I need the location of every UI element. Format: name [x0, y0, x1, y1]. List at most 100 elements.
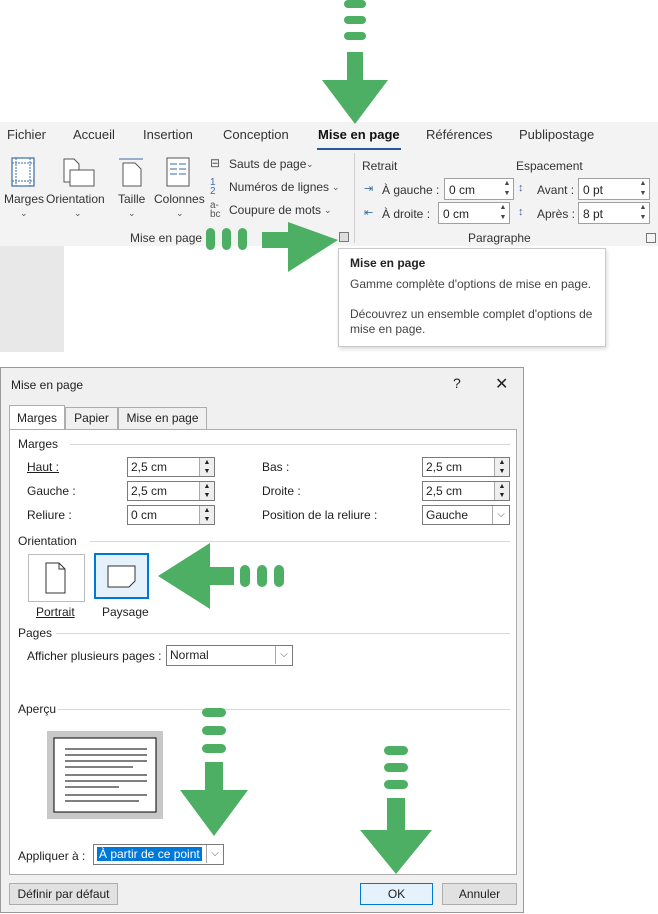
indent-left-input[interactable]: 0 cm ▲ ▼ — [444, 178, 514, 200]
tooltip-text: mise en page. — [350, 322, 426, 336]
bottom-margin-value: 2,5 cm — [426, 460, 463, 474]
spinner-icon[interactable]: ▲ ▼ — [199, 506, 214, 524]
ribbon-divider — [354, 153, 355, 243]
orientation-label: Orientation — [46, 192, 105, 206]
page-setup-dialog: Mise en page ? ✕ Marges Papier Mise en p… — [0, 367, 524, 913]
landscape-option[interactable] — [94, 553, 149, 599]
spinner-icon[interactable]: ▲ ▼ — [637, 179, 649, 199]
size-button[interactable]: Taille ⌄ — [115, 156, 149, 222]
left-margin-value: 2,5 cm — [131, 484, 168, 498]
indent-title: Retrait — [362, 159, 398, 173]
hyphenation-button[interactable]: a-bc Coupure de mots ⌄ — [210, 201, 340, 220]
set-default-button[interactable]: Définir par défaut — [9, 883, 118, 905]
down-arrow-icon — [360, 746, 432, 874]
columns-icon — [166, 157, 190, 187]
spinner-icon[interactable]: ▲ ▼ — [199, 482, 214, 500]
section-pages: Pages — [18, 626, 53, 640]
help-button[interactable]: ? — [453, 375, 461, 391]
spinner-icon[interactable]: ▲ ▼ — [494, 458, 509, 476]
columns-button[interactable]: Colonnes ⌄ — [153, 156, 207, 222]
spinner-icon[interactable]: ▲ ▼ — [494, 482, 509, 500]
gutter-input[interactable]: 0 cm ▲ ▼ — [127, 505, 215, 525]
spacing-after-label: Après : — [537, 207, 576, 221]
down-arrow-icon — [322, 0, 388, 124]
line-numbers-icon: 12 — [210, 177, 216, 197]
apply-to-select[interactable]: À partir de ce point ⌵ — [93, 844, 224, 865]
section-apercu: Aperçu — [18, 702, 57, 716]
spinner-icon[interactable]: ▲ ▼ — [199, 458, 214, 476]
indent-right-value: 0 cm — [443, 207, 470, 221]
page-break-icon: ⊟ — [210, 156, 221, 170]
right-margin-value: 2,5 cm — [426, 484, 463, 498]
indent-right-icon: ⇤ — [364, 207, 374, 219]
top-margin-value: 2,5 cm — [131, 460, 168, 474]
left-margin-input[interactable]: 2,5 cm ▲ ▼ — [127, 481, 215, 501]
chevron-down-icon[interactable]: ⌵ — [206, 845, 223, 863]
chevron-down-icon: ⌄ — [128, 208, 136, 218]
tab-accueil[interactable]: Accueil — [73, 127, 115, 142]
cancel-button[interactable]: Annuler — [442, 883, 517, 905]
spinner-icon[interactable]: ▲ ▼ — [637, 203, 649, 223]
orientation-button[interactable]: Orientation ⌄ — [46, 156, 110, 222]
divider — [90, 541, 510, 542]
multiple-pages-value: Normal — [170, 648, 209, 662]
gutter-position-label: Position de la reliure : — [262, 508, 378, 522]
chevron-down-icon: ⌄ — [20, 208, 28, 218]
spacing-title: Espacement — [516, 159, 583, 173]
group-label-paragraph: Paragraphe — [468, 231, 531, 245]
multiple-pages-label: Afficher plusieurs pages : — [27, 649, 162, 663]
right-arrow-icon — [206, 222, 338, 272]
tab-conception[interactable]: Conception — [223, 127, 289, 142]
bottom-margin-label: Bas : — [262, 460, 290, 474]
dialog-launcher-icon[interactable] — [339, 232, 349, 242]
portrait-option[interactable] — [28, 554, 85, 602]
chevron-down-icon: ⌄ — [74, 208, 82, 218]
gutter-position-select[interactable]: Gauche ⌵ — [422, 505, 510, 525]
tab-publipostage[interactable]: Publipostage — [519, 127, 594, 142]
indent-left-value: 0 cm — [449, 183, 476, 197]
right-margin-input[interactable]: 2,5 cm ▲ ▼ — [422, 481, 510, 501]
tab-references[interactable]: Références — [426, 127, 492, 142]
chevron-down-icon: ⌄ — [306, 159, 314, 169]
top-margin-input[interactable]: 2,5 cm ▲ ▼ — [127, 457, 215, 477]
group-label-page-setup: Mise en page — [130, 231, 203, 245]
apply-to-label: Appliquer à : — [18, 849, 86, 863]
chevron-down-icon[interactable]: ⌵ — [275, 646, 292, 664]
spacing-after-input[interactable]: 8 pt ▲ ▼ — [578, 202, 650, 224]
tab-mise-en-page[interactable]: Mise en page — [318, 127, 400, 142]
chevron-down-icon: ⌄ — [332, 182, 340, 192]
close-button[interactable]: ✕ — [495, 374, 508, 394]
margins-button[interactable]: Marges ⌄ — [4, 156, 45, 222]
spinner-icon[interactable]: ▲ ▼ — [501, 179, 513, 199]
tab-marges[interactable]: Marges — [9, 405, 65, 429]
breaks-button[interactable]: ⊟ Sauts de page ⌄ — [210, 156, 330, 174]
portrait-label: Portrait — [36, 605, 75, 619]
orientation-icon — [63, 158, 95, 187]
section-orientation: Orientation — [18, 534, 77, 548]
chevron-down-icon: ⌄ — [324, 205, 332, 215]
indent-right-input[interactable]: 0 cm ▲ ▼ — [438, 202, 510, 224]
ok-button[interactable]: OK — [360, 883, 433, 905]
multiple-pages-select[interactable]: Normal ⌵ — [166, 645, 293, 666]
line-numbers-button[interactable]: 12 Numéros de lignes ⌄ — [210, 177, 345, 197]
preview-frame — [47, 731, 163, 819]
tab-mise-en-page[interactable]: Mise en page — [118, 407, 207, 429]
dialog-launcher-icon[interactable] — [646, 233, 656, 243]
page-size-icon — [119, 158, 143, 187]
spacing-before-label: Avant : — [537, 183, 575, 197]
indent-right-label: À droite : — [382, 207, 431, 221]
spinner-icon[interactable]: ▲ ▼ — [497, 203, 509, 223]
chevron-down-icon[interactable]: ⌵ — [492, 506, 509, 524]
divider — [70, 444, 510, 445]
margins-icon — [11, 157, 35, 187]
ribbon-tab-bar: Fichier Accueil Insertion Conception Mis… — [0, 122, 658, 150]
margins-label: Marges — [4, 192, 45, 206]
bottom-margin-input[interactable]: 2,5 cm ▲ ▼ — [422, 457, 510, 477]
document-margin-area — [0, 246, 64, 352]
spacing-before-input[interactable]: 0 pt ▲ ▼ — [578, 178, 650, 200]
tab-papier[interactable]: Papier — [65, 407, 118, 429]
tab-insertion[interactable]: Insertion — [143, 127, 193, 142]
tab-fichier[interactable]: Fichier — [7, 127, 46, 142]
spacing-before-value: 0 pt — [583, 183, 604, 197]
line-numbers-label: Numéros de lignes — [229, 180, 330, 194]
